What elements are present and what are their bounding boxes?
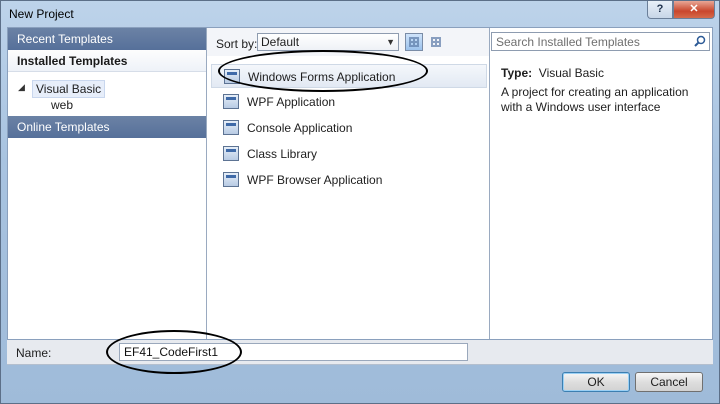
annotation-ellipse-name <box>106 330 242 374</box>
small-icons-view-button[interactable] <box>427 33 445 51</box>
console-app-icon <box>223 120 239 135</box>
cancel-button[interactable]: Cancel <box>635 372 703 392</box>
name-label: Name: <box>16 346 52 360</box>
sidebar-item-online-templates[interactable]: Online Templates <box>8 116 206 138</box>
wpf-browser-icon <box>223 172 239 187</box>
help-button[interactable]: ? <box>647 1 673 19</box>
sort-by-value: Default <box>261 35 300 49</box>
tree-expand-icon[interactable]: ◢ <box>18 82 25 93</box>
panel-divider <box>489 28 490 339</box>
template-label: WPF Application <box>247 95 336 109</box>
list-item[interactable]: Console Application <box>211 116 487 140</box>
title-bar: New Project ? ✕ <box>1 1 719 27</box>
template-description: A project for creating an application wi… <box>501 85 689 114</box>
dialog-title: New Project <box>9 7 74 21</box>
template-type: Type: Visual Basic <box>501 66 604 80</box>
search-input[interactable]: Search Installed Templates <box>491 32 710 51</box>
sort-by-select[interactable]: Default ▼ <box>257 33 399 51</box>
search-placeholder: Search Installed Templates <box>496 35 640 49</box>
large-icons-view-button[interactable] <box>405 33 423 51</box>
template-list: Windows Forms Application WPF Applicatio… <box>207 56 489 339</box>
list-item[interactable]: WPF Application <box>211 90 487 114</box>
template-sidebar: Recent Templates Installed Templates ◢ V… <box>8 28 207 339</box>
template-label: Console Application <box>247 121 353 135</box>
annotation-ellipse-template <box>218 50 428 92</box>
close-button[interactable]: ✕ <box>673 1 715 19</box>
class-library-icon <box>223 146 239 161</box>
sort-by-label: Sort by: <box>216 37 258 51</box>
type-value: Visual Basic <box>538 66 604 80</box>
template-label: WPF Browser Application <box>247 173 383 187</box>
list-item[interactable]: WPF Browser Application <box>211 168 487 192</box>
list-item[interactable]: Class Library <box>211 142 487 166</box>
tree-item-visual-basic[interactable]: Visual Basic <box>32 80 106 98</box>
sidebar-item-installed-templates[interactable]: Installed Templates <box>8 50 206 72</box>
chevron-down-icon: ▼ <box>386 37 395 47</box>
sidebar-item-recent-templates[interactable]: Recent Templates <box>8 28 206 50</box>
list-view-icon <box>431 37 441 47</box>
tree-item-web[interactable]: web <box>51 98 73 112</box>
type-label: Type: <box>501 66 533 80</box>
search-icon[interactable] <box>694 35 706 47</box>
ok-button[interactable]: OK <box>562 372 630 392</box>
template-label: Class Library <box>247 147 318 161</box>
wpf-app-icon <box>223 94 239 109</box>
grid-view-icon <box>409 37 419 47</box>
